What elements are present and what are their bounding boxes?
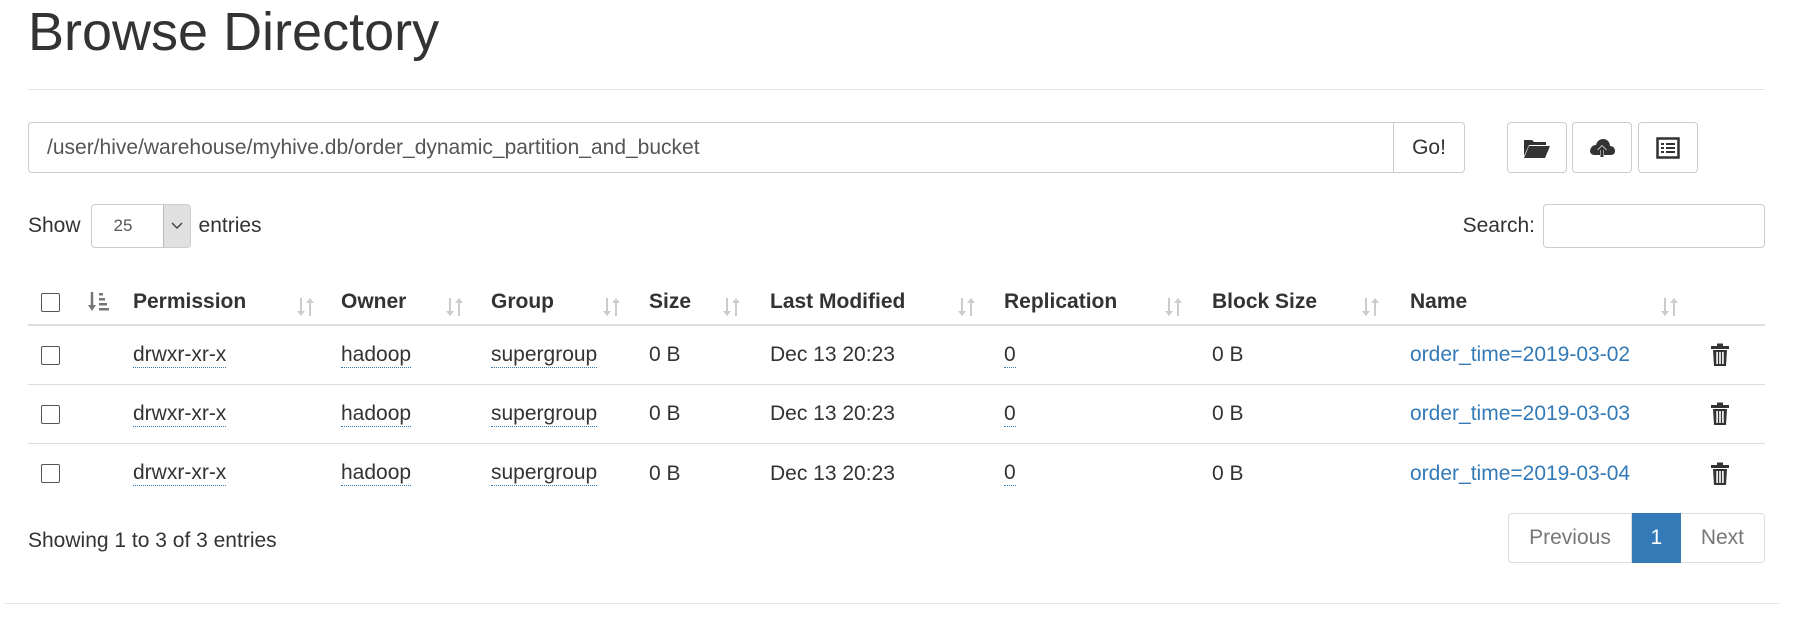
replication-value[interactable]: 0 xyxy=(1004,402,1016,427)
last-modified-cell: Dec 13 20:23 xyxy=(770,343,895,366)
sort-default-column[interactable] xyxy=(87,270,111,324)
file-table: Permission Owner Group Size Last Modifie… xyxy=(28,270,1765,503)
block-size-cell: 0 B xyxy=(1212,402,1244,425)
directory-path-input[interactable] xyxy=(28,122,1394,173)
row-select-cell xyxy=(41,444,60,503)
search-label: Search: xyxy=(1462,214,1535,237)
cut-paste-button[interactable] xyxy=(1638,122,1698,173)
size-cell: 0 B xyxy=(649,461,681,485)
table-header: Permission Owner Group Size Last Modifie… xyxy=(28,270,1765,326)
go-button[interactable]: Go! xyxy=(1394,122,1465,173)
column-header-block-size[interactable]: Block Size xyxy=(1212,270,1317,324)
delete-button[interactable] xyxy=(1710,326,1730,384)
show-label: Show xyxy=(28,214,81,237)
row-checkbox[interactable] xyxy=(41,464,60,483)
trash-icon xyxy=(1711,343,1729,366)
table-row: drwxr-xr-x hadoop supergroup 0 B Dec 13 … xyxy=(28,385,1765,444)
replication-cell: 0 xyxy=(1004,444,1016,503)
entries-label: entries xyxy=(198,214,262,237)
permission-value[interactable]: drwxr-xr-x xyxy=(133,343,227,368)
previous-page-button[interactable]: Previous xyxy=(1508,513,1632,563)
name-link[interactable]: order_time=2019-03-04 xyxy=(1410,444,1630,503)
length-menu: Show 25 entries xyxy=(28,204,262,248)
entries-per-page-value: 25 xyxy=(113,216,133,235)
trash-icon xyxy=(1711,462,1729,485)
group-cell: supergroup xyxy=(491,385,598,443)
row-checkbox[interactable] xyxy=(41,404,60,424)
size-cell: 0 B xyxy=(649,402,681,425)
column-header-permission[interactable]: Permission xyxy=(133,270,246,324)
table-row: drwxr-xr-x hadoop supergroup 0 B Dec 13 … xyxy=(28,444,1765,503)
title-divider xyxy=(28,89,1765,90)
permission-value[interactable]: drwxr-xr-x xyxy=(133,461,227,486)
permission-cell: drwxr-xr-x xyxy=(133,444,227,503)
replication-value[interactable]: 0 xyxy=(1004,343,1016,368)
chevron-down-icon xyxy=(162,205,190,247)
column-header-name[interactable]: Name xyxy=(1410,270,1467,324)
owner-cell: hadoop xyxy=(341,444,412,503)
cloud-upload-icon xyxy=(1590,138,1615,158)
bottom-divider xyxy=(5,603,1780,604)
path-bar: Go! xyxy=(28,122,1465,173)
replication-cell: 0 xyxy=(1004,326,1016,384)
select-all-cell xyxy=(41,270,60,324)
name-link[interactable]: order_time=2019-03-03 xyxy=(1410,385,1630,443)
sort-amount-asc-icon xyxy=(88,292,109,311)
search-input[interactable] xyxy=(1543,204,1765,248)
replication-cell: 0 xyxy=(1004,385,1016,443)
pagination: Previous 1 Next xyxy=(1508,513,1765,563)
owner-cell: hadoop xyxy=(341,326,412,384)
owner-value[interactable]: hadoop xyxy=(341,343,412,368)
delete-button[interactable] xyxy=(1710,385,1730,443)
page-button-current[interactable]: 1 xyxy=(1631,513,1681,563)
create-directory-button[interactable] xyxy=(1507,122,1567,173)
last-modified-cell: Dec 13 20:23 xyxy=(770,402,895,425)
group-cell: supergroup xyxy=(491,326,598,384)
page-title: Browse Directory xyxy=(28,2,440,62)
permission-cell: drwxr-xr-x xyxy=(133,385,227,443)
permission-value[interactable]: drwxr-xr-x xyxy=(133,402,227,427)
permission-cell: drwxr-xr-x xyxy=(133,326,227,384)
entries-per-page-select[interactable]: 25 xyxy=(90,204,191,248)
group-value[interactable]: supergroup xyxy=(491,461,598,486)
search-filter: Search: xyxy=(1463,204,1765,248)
group-cell: supergroup xyxy=(491,444,598,503)
owner-value[interactable]: hadoop xyxy=(341,461,412,486)
block-size-cell: 0 B xyxy=(1212,461,1244,485)
column-header-size[interactable]: Size xyxy=(649,270,691,324)
row-select-cell xyxy=(41,326,60,384)
column-header-group[interactable]: Group xyxy=(491,270,554,324)
replication-value[interactable]: 0 xyxy=(1004,461,1016,486)
column-header-replication[interactable]: Replication xyxy=(1004,270,1117,324)
table-info: Showing 1 to 3 of 3 entries xyxy=(28,529,277,552)
table-row: drwxr-xr-x hadoop supergroup 0 B Dec 13 … xyxy=(28,326,1765,385)
group-value[interactable]: supergroup xyxy=(491,402,598,427)
last-modified-cell: Dec 13 20:23 xyxy=(770,461,895,485)
column-header-owner[interactable]: Owner xyxy=(341,270,406,324)
next-page-button[interactable]: Next xyxy=(1680,513,1765,563)
folder-open-icon xyxy=(1524,139,1550,158)
list-alt-icon xyxy=(1656,136,1680,159)
owner-cell: hadoop xyxy=(341,385,412,443)
delete-button[interactable] xyxy=(1710,444,1730,503)
row-select-cell xyxy=(41,385,60,443)
select-all-checkbox[interactable] xyxy=(41,292,60,312)
owner-value[interactable]: hadoop xyxy=(341,402,412,427)
name-link[interactable]: order_time=2019-03-02 xyxy=(1410,326,1630,384)
row-checkbox[interactable] xyxy=(41,345,60,365)
block-size-cell: 0 B xyxy=(1212,343,1244,366)
column-header-last-modified[interactable]: Last Modified xyxy=(770,270,905,324)
size-cell: 0 B xyxy=(649,343,681,366)
upload-files-button[interactable] xyxy=(1572,122,1632,173)
group-value[interactable]: supergroup xyxy=(491,343,598,368)
trash-icon xyxy=(1711,402,1729,425)
